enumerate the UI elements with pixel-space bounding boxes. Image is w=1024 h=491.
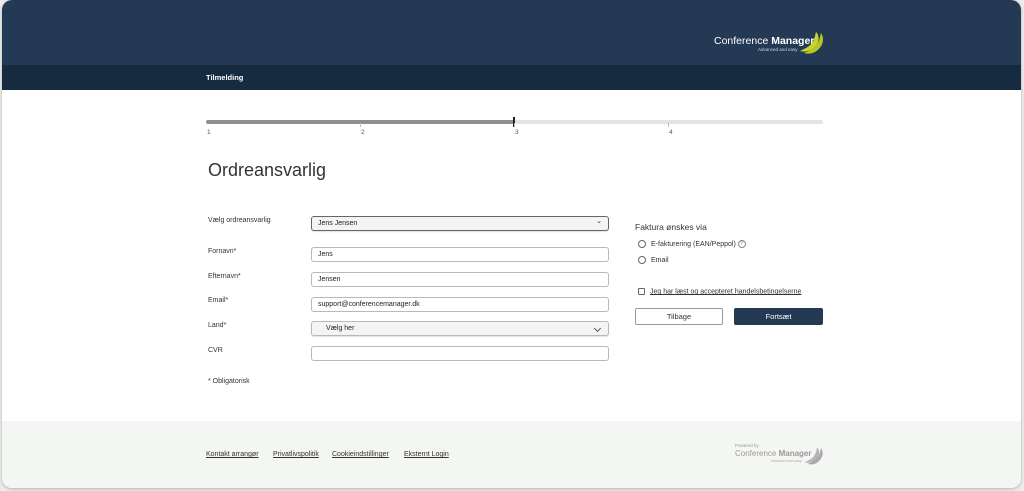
radio-button[interactable] — [638, 240, 646, 248]
footer-link-contact[interactable]: Kontakt arrangør — [206, 451, 259, 458]
logo-tagline: Advanced and easy — [758, 47, 798, 52]
step-label: 3 — [515, 129, 519, 136]
powered-by-name: Conference Manager — [735, 449, 812, 458]
progress-tick — [514, 123, 515, 127]
radio-label: Email — [651, 256, 669, 264]
browser-frame: Conference Manager Advanced and easy Til… — [2, 0, 1021, 488]
continue-button[interactable]: Fortsæt — [734, 308, 823, 325]
responsible-select[interactable]: Jens Jensen ⌄ — [311, 216, 609, 231]
chevron-down-icon: ⌄ — [596, 218, 602, 225]
lastname-label: Efternavn* — [208, 273, 241, 280]
radio-option-email[interactable]: Email — [638, 256, 669, 264]
country-select[interactable]: Vælg her — [311, 321, 609, 336]
lastname-input[interactable]: Jensen — [311, 272, 609, 287]
powered-by-text: Powered by — [735, 443, 759, 448]
responsible-label: Vælg ordreansvarlig — [208, 217, 271, 224]
site-footer: Kontakt arrangør Privatlivspolitik Cooki… — [2, 421, 1021, 488]
progress-tick — [668, 123, 669, 127]
country-label: Land* — [208, 322, 227, 329]
invoice-title: Faktura ønskes via — [635, 222, 707, 232]
required-note: * Obligatorisk — [208, 378, 250, 385]
radio-option-efaktura[interactable]: E-fakturering (EAN/Peppol)? — [638, 240, 746, 248]
step-label: 1 — [207, 129, 211, 136]
step-label: 4 — [669, 129, 673, 136]
site-header: Conference Manager Advanced and easy — [2, 0, 1021, 65]
banana-logo-icon — [800, 32, 823, 54]
email-input[interactable]: support@conferencemanager.dk — [311, 297, 609, 312]
firstname-label: Fornavn* — [208, 248, 237, 255]
terms-link[interactable]: Jeg har læst og accepteret handelsbeting… — [650, 288, 801, 295]
responsible-select-value: Jens Jensen — [318, 220, 358, 227]
nav-bar: Tilmelding — [2, 65, 1021, 90]
chevron-down-icon — [593, 324, 602, 333]
step-progress: 1 2 3 4 — [206, 117, 823, 140]
question-circle-icon[interactable]: ? — [737, 240, 746, 248]
country-select-value: Vælg her — [326, 325, 355, 332]
powered-by-tagline: Advanced and easy — [771, 459, 802, 463]
firstname-input[interactable]: Jens — [311, 247, 609, 262]
banana-logo-icon — [804, 447, 823, 465]
conference-manager-logo[interactable]: Conference Manager Advanced and easy — [714, 30, 829, 56]
nav-item-tilmelding[interactable]: Tilmelding — [206, 73, 243, 82]
back-button[interactable]: Tilbage — [635, 308, 723, 325]
step-label: 2 — [361, 129, 365, 136]
footer-link-external-login[interactable]: Eksternt Login — [404, 451, 449, 458]
powered-by-logo: Powered by Conference Manager Advanced a… — [735, 443, 827, 467]
progress-tick — [360, 123, 361, 127]
cvr-label: CVR — [208, 347, 223, 354]
email-label: Email* — [208, 297, 229, 304]
terms-checkbox-row[interactable]: Jeg har læst og accepteret handelsbeting… — [638, 288, 801, 295]
radio-label: E-fakturering (EAN/Peppol) — [651, 240, 736, 248]
page-title: Ordreansvarlig — [208, 160, 327, 180]
radio-button[interactable] — [638, 256, 646, 264]
cvr-input[interactable] — [311, 346, 609, 361]
terms-checkbox[interactable] — [638, 288, 645, 295]
footer-link-cookies[interactable]: Cookieindstillinger — [332, 451, 389, 458]
footer-link-privacy[interactable]: Privatlivspolitik — [273, 451, 319, 458]
